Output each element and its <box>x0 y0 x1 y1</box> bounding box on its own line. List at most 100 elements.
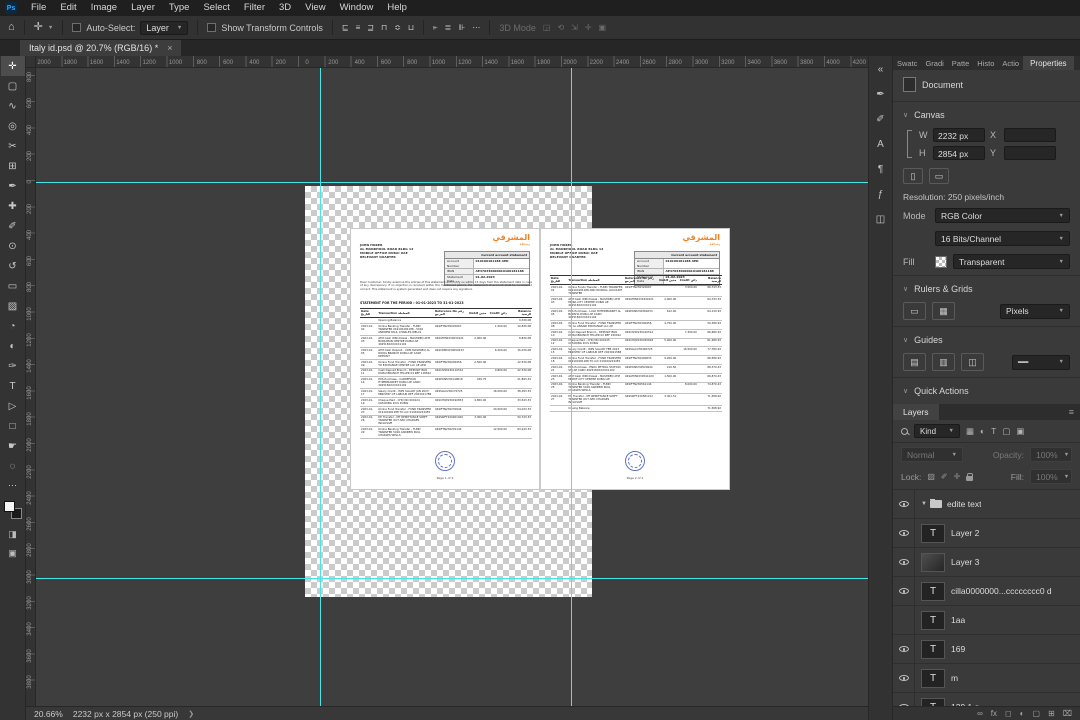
path-selection-tool[interactable]: ▷ <box>1 396 25 416</box>
lock-image-pixels-icon[interactable]: ✐ <box>941 472 948 481</box>
canvas-height-field[interactable]: 2854 px <box>933 146 985 160</box>
horizontal-ruler[interactable]: 2000 1800 1600 1400 1200 1000 800 600 400 200 0 200… <box>36 56 868 68</box>
toggle-smart-guides-button[interactable]: ▥ <box>932 353 955 371</box>
3d-drag-icon[interactable]: ⇲ <box>571 22 578 33</box>
show-transform-controls-checkbox[interactable] <box>207 23 217 32</box>
layer-name[interactable]: 1aa <box>951 615 965 625</box>
clone-stamp-tool[interactable]: ⊙ <box>1 236 25 256</box>
visibility-toggle[interactable] <box>893 635 915 663</box>
layer-row[interactable]: ▼ T 129 1 a <box>893 693 1080 706</box>
layer-name[interactable]: Layer 3 <box>951 557 979 567</box>
libraries-panel-icon[interactable]: ◫ <box>870 208 892 230</box>
toggle-grid-button[interactable]: ▦ <box>932 302 955 320</box>
visibility-toggle[interactable] <box>893 693 915 706</box>
filter-adjustment-layers-icon[interactable]: ◐ <box>980 426 985 436</box>
menu-item[interactable]: Image <box>84 0 124 16</box>
vertical-guide[interactable] <box>571 68 572 706</box>
guide-style-dropdown[interactable]: ━━ ▼ <box>1012 354 1070 370</box>
panel-menu-icon[interactable]: ≡ <box>1069 404 1080 420</box>
expand-panels-icon[interactable]: « <box>870 58 892 80</box>
panel-tab[interactable]: Patte <box>948 56 974 70</box>
paragraph-panel-icon[interactable]: ¶ <box>870 158 892 180</box>
layer-name[interactable]: 169 <box>951 644 965 654</box>
eraser-tool[interactable]: ▭ <box>1 276 25 296</box>
hand-tool[interactable]: ☛ <box>1 436 25 456</box>
align-bottom-icon[interactable]: ⊔ <box>408 22 414 33</box>
canvas-section-header[interactable]: ∨ Canvas <box>893 104 1080 124</box>
panel-tab[interactable]: Actio <box>998 56 1023 70</box>
layer-row[interactable]: ▼ T Layer 2 <box>893 519 1080 548</box>
horizontal-guide[interactable] <box>36 578 868 579</box>
link-layers-icon[interactable]: ∞ <box>977 709 983 718</box>
statement-page-1[interactable]: JOHN HOKER AL MANKHOOL ROAD BLDG 12 MOBILE… <box>350 228 540 490</box>
align-left-icon[interactable]: ⊑ <box>342 22 349 33</box>
blur-tool[interactable]: ◔ <box>1 316 25 336</box>
filter-type-layers-icon[interactable]: T <box>991 426 996 436</box>
layer-thumbnail[interactable]: T <box>921 610 945 630</box>
panel-tab[interactable]: Gradi <box>921 56 947 70</box>
brush-settings-panel-icon[interactable]: ✐ <box>870 108 892 130</box>
menu-item[interactable]: Filter <box>237 0 272 16</box>
filter-kind-dropdown[interactable]: Kind ▼ <box>914 424 960 438</box>
tab-layers[interactable]: Layers <box>893 404 939 420</box>
canvas-y-field[interactable] <box>1004 146 1056 160</box>
move-tool[interactable]: ✛ <box>0 56 25 76</box>
layer-thumbnail[interactable]: T <box>921 639 945 659</box>
tool-preset-chevron-icon[interactable]: ▼ <box>48 25 53 31</box>
layer-name[interactable]: cilla0000000...cccccccc0 d <box>951 586 1052 596</box>
link-dimensions-icon[interactable] <box>907 130 912 158</box>
panel-tab[interactable]: Swatc <box>893 56 921 70</box>
layer-thumbnail[interactable]: T <box>921 523 945 543</box>
canvas-fill-dropdown[interactable]: Transparent ▼ <box>953 254 1070 269</box>
auto-select-checkbox[interactable] <box>72 23 82 32</box>
menu-item[interactable]: Help <box>380 0 414 16</box>
color-mode-dropdown[interactable]: RGB Color ▼ <box>935 208 1070 223</box>
opacity-field[interactable]: 100% ▼ <box>1030 447 1072 462</box>
lasso-tool[interactable]: ∿ <box>1 96 25 116</box>
brush-tool[interactable]: ✐ <box>1 216 25 236</box>
3d-slide-icon[interactable]: ✛ <box>585 22 592 33</box>
tab-properties[interactable]: Properties <box>1023 56 1074 70</box>
distribute-spacing-icon[interactable]: ⊪ <box>458 22 465 33</box>
home-icon[interactable]: ⌂ <box>8 22 15 33</box>
panel-tab[interactable]: Histo <box>973 56 998 70</box>
delete-layer-icon[interactable]: ⌧ <box>1063 709 1072 718</box>
new-layer-icon[interactable]: ⊞ <box>1048 709 1055 718</box>
menu-item[interactable]: Edit <box>53 0 83 16</box>
toggle-guides-button[interactable]: ▤ <box>903 353 926 371</box>
visibility-toggle[interactable] <box>893 606 915 634</box>
align-top-icon[interactable]: ⊓ <box>381 22 387 33</box>
menu-item[interactable]: File <box>24 0 53 16</box>
layer-row[interactable]: ▼ T Layer 3 <box>893 548 1080 577</box>
filter-pixel-layers-icon[interactable]: ▦ <box>966 426 974 437</box>
new-group-icon[interactable]: ▢ <box>1033 709 1041 718</box>
layer-row[interactable]: ▼ T 169 <box>893 635 1080 664</box>
menu-item[interactable]: Window <box>333 0 381 16</box>
layer-mask-icon[interactable]: ◻ <box>1005 709 1012 718</box>
fill-swatch-icon[interactable] <box>935 255 947 268</box>
adjustment-layer-icon[interactable]: ◐ <box>1020 709 1025 718</box>
layer-row[interactable]: ▼ T edite text <box>893 490 1080 519</box>
align-options-more-icon[interactable]: ⋯ <box>472 22 480 33</box>
filter-shape-layers-icon[interactable]: ▢ <box>1002 426 1010 437</box>
frame-tool[interactable]: ⊞ <box>1 156 25 176</box>
toggle-rulers-button[interactable]: ▭ <box>903 302 926 320</box>
orientation-landscape-button[interactable]: ▭ <box>929 168 949 184</box>
3d-scale-icon[interactable]: ▣ <box>599 22 607 33</box>
gradient-tool[interactable]: ▨ <box>1 296 25 316</box>
menu-item[interactable]: Layer <box>124 0 162 16</box>
history-brush-tool[interactable]: ↺ <box>1 256 25 276</box>
rulers-grids-section-header[interactable]: ∨ Rulers & Grids <box>893 278 1080 298</box>
crop-tool[interactable]: ✂ <box>1 136 25 156</box>
3d-roll-icon[interactable]: ⟲ <box>557 22 564 33</box>
vertical-guide[interactable] <box>320 68 321 706</box>
history-panel-icon[interactable]: ✒ <box>870 83 892 105</box>
type-tool[interactable]: T <box>1 376 25 396</box>
shape-tool[interactable]: □ <box>1 416 25 436</box>
layer-thumbnail[interactable]: T <box>921 668 945 688</box>
character-panel-icon[interactable]: A <box>870 133 892 155</box>
lock-position-icon[interactable]: ✛ <box>954 472 961 481</box>
filter-smart-objects-icon[interactable]: ▣ <box>1016 426 1024 437</box>
menu-item[interactable]: View <box>298 0 332 16</box>
menu-item[interactable]: Type <box>162 0 197 16</box>
